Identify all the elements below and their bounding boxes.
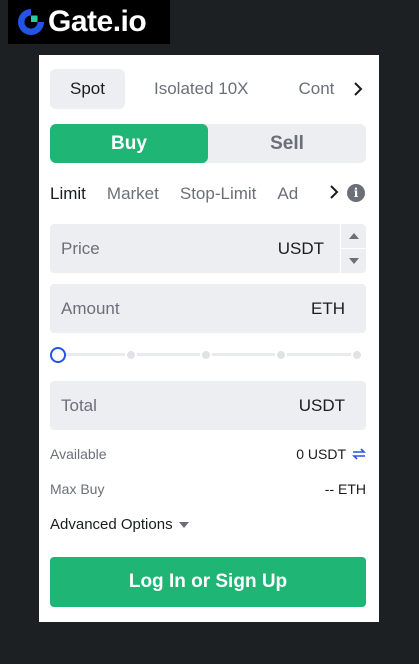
slider-step-50[interactable] bbox=[200, 349, 212, 361]
slider-step-75[interactable] bbox=[275, 349, 287, 361]
max-buy-value: -- ETH bbox=[324, 481, 366, 497]
caret-down-icon bbox=[178, 521, 189, 528]
info-icon[interactable]: i bbox=[347, 184, 365, 202]
brand-name: Gate.io bbox=[48, 5, 147, 38]
total-placeholder: Total bbox=[61, 395, 97, 415]
price-placeholder: Price bbox=[61, 238, 100, 258]
available-row: Available 0 USDT bbox=[50, 446, 366, 462]
buy-sell-toggle: Buy Sell bbox=[50, 124, 366, 163]
amount-unit: ETH bbox=[311, 298, 345, 318]
available-value: 0 USDT bbox=[296, 446, 346, 462]
order-type-tabs: Limit Market Stop-Limit Ad i bbox=[50, 181, 368, 207]
amount-placeholder: Amount bbox=[61, 298, 120, 318]
gate-logo-icon bbox=[18, 9, 44, 35]
price-increment-icon[interactable] bbox=[341, 224, 366, 249]
transfer-icon[interactable] bbox=[352, 448, 366, 460]
total-unit: USDT bbox=[298, 395, 345, 415]
amount-field[interactable]: Amount ETH bbox=[50, 284, 366, 333]
gate-logo[interactable]: Gate.io bbox=[8, 0, 170, 44]
slider-step-100[interactable] bbox=[351, 349, 363, 361]
amount-percent-slider[interactable] bbox=[50, 347, 367, 363]
order-types-scroll-right-icon[interactable] bbox=[329, 184, 339, 204]
price-field[interactable]: Price USDT bbox=[50, 224, 366, 273]
order-type-stop-limit[interactable]: Stop-Limit bbox=[180, 184, 257, 204]
tabs-scroll-right-icon[interactable] bbox=[348, 79, 368, 99]
price-decrement-icon[interactable] bbox=[341, 249, 366, 273]
sell-button[interactable]: Sell bbox=[208, 124, 366, 163]
slider-step-25[interactable] bbox=[125, 349, 137, 361]
trade-mode-tabs: Spot Isolated 10X Cont bbox=[50, 69, 368, 109]
order-type-advanced[interactable]: Ad bbox=[277, 184, 299, 204]
available-label: Available bbox=[50, 446, 107, 462]
login-signup-button[interactable]: Log In or Sign Up bbox=[50, 557, 366, 607]
max-buy-label: Max Buy bbox=[50, 481, 105, 497]
total-field[interactable]: Total USDT bbox=[50, 381, 366, 430]
order-type-market[interactable]: Market bbox=[107, 184, 159, 204]
advanced-options-toggle[interactable]: Advanced Options bbox=[50, 516, 189, 533]
order-type-limit[interactable]: Limit bbox=[50, 184, 86, 204]
price-unit: USDT bbox=[277, 238, 324, 258]
trade-panel: Spot Isolated 10X Cont Buy Sell Limit Ma… bbox=[39, 55, 379, 622]
tab-spot[interactable]: Spot bbox=[50, 69, 125, 109]
max-buy-row: Max Buy -- ETH bbox=[50, 481, 366, 497]
price-stepper bbox=[340, 224, 366, 273]
buy-button[interactable]: Buy bbox=[50, 124, 208, 163]
slider-handle[interactable] bbox=[50, 347, 66, 363]
advanced-options-label: Advanced Options bbox=[50, 516, 173, 533]
tab-isolated-margin[interactable]: Isolated 10X bbox=[154, 69, 249, 109]
tab-contract[interactable]: Cont bbox=[299, 69, 337, 109]
